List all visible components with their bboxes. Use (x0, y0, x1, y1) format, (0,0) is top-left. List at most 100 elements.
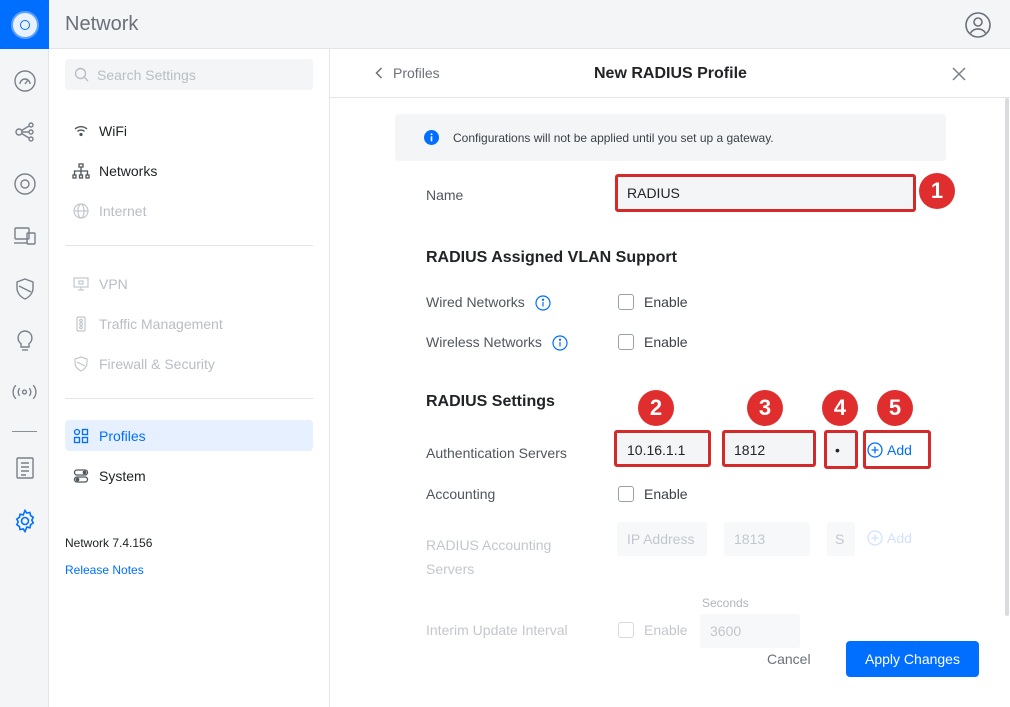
annotation-badge-1: 1 (919, 173, 955, 209)
vlan-section-title: RADIUS Assigned VLAN Support (426, 249, 677, 266)
sidebar-item-vpn[interactable]: VPN (65, 268, 313, 299)
user-avatar-icon[interactable] (965, 12, 991, 38)
rail-divider (12, 431, 37, 432)
cancel-button[interactable]: Cancel (767, 651, 811, 667)
close-icon[interactable] (952, 67, 966, 81)
globe-icon (71, 201, 91, 221)
profiles-icon (71, 426, 91, 446)
checkbox-box[interactable] (618, 334, 634, 350)
checkbox-label: Enable (644, 294, 688, 310)
settings-gear-icon[interactable] (12, 508, 37, 533)
search-box[interactable] (65, 59, 313, 90)
app-title: Network (65, 13, 139, 35)
sidebar-item-label: System (99, 467, 146, 484)
dashboard-icon[interactable] (12, 68, 37, 93)
wired-enable-checkbox[interactable]: Enable (618, 294, 688, 310)
accounting-servers-line2: Servers (426, 561, 475, 577)
highlight-auth-port (722, 430, 816, 467)
back-to-profiles-button[interactable]: Profiles (375, 65, 440, 81)
top-bar: Network (49, 0, 1010, 49)
vpn-icon (71, 274, 91, 294)
unifi-logo[interactable] (0, 0, 49, 49)
sidebar-item-label: VPN (99, 275, 128, 292)
sidebar-item-label: Networks (99, 162, 158, 179)
checkbox-box[interactable] (618, 622, 634, 638)
gateway-notice: Configurations will not be applied until… (395, 114, 946, 161)
security-shield-icon[interactable] (12, 276, 37, 301)
accounting-enable-checkbox[interactable]: Enable (618, 486, 688, 502)
search-input[interactable] (97, 65, 307, 85)
annotation-badge-4: 4 (822, 390, 858, 426)
add-accounting-server-button[interactable]: Add (867, 530, 912, 546)
panel-title: New RADIUS Profile (594, 65, 747, 82)
network-tree-icon (71, 161, 91, 181)
highlight-add-button (863, 430, 931, 469)
interim-enable-checkbox[interactable]: Enable (618, 622, 688, 638)
accounting-secret-input[interactable] (827, 522, 855, 556)
highlight-auth-ip (614, 430, 711, 467)
wireless-networks-label: Wireless Networks (426, 334, 568, 351)
sidebar-item-system[interactable]: System (65, 460, 313, 491)
info-icon (424, 130, 439, 145)
interim-interval-input[interactable] (700, 614, 800, 648)
sidebar-divider (65, 245, 313, 246)
wifi-icon (71, 121, 91, 141)
sidebar-divider (65, 398, 313, 399)
accounting-servers-label: RADIUS Accounting Servers (426, 533, 551, 581)
accounting-servers-line1: RADIUS Accounting (426, 537, 552, 553)
sidebar-item-firewall-security[interactable]: Firewall & Security (65, 348, 313, 379)
checkbox-box[interactable] (618, 486, 634, 502)
sidebar-item-profiles[interactable]: Profiles (65, 420, 313, 451)
seconds-label: Seconds (702, 596, 749, 610)
sidebar-item-label: Traffic Management (99, 315, 223, 332)
panel-header: Profiles New RADIUS Profile (330, 49, 1010, 98)
accounting-server-ip-input[interactable] (617, 522, 707, 556)
checkbox-label: Enable (644, 334, 688, 350)
devices-icon[interactable] (12, 171, 37, 196)
wired-networks-label: Wired Networks (426, 294, 551, 311)
apply-changes-button[interactable]: Apply Changes (846, 641, 979, 677)
name-label: Name (426, 187, 464, 203)
insights-icon[interactable] (12, 328, 37, 353)
sidebar-item-internet[interactable]: Internet (65, 195, 313, 226)
annotation-badge-2: 2 (638, 390, 674, 426)
checkbox-box[interactable] (618, 294, 634, 310)
app-rail (0, 0, 49, 707)
info-circle-icon[interactable] (535, 295, 551, 311)
sidebar-item-label: Firewall & Security (99, 355, 215, 372)
radius-settings-title: RADIUS Settings (426, 393, 555, 410)
wired-networks-text: Wired Networks (426, 294, 525, 310)
sidebar-item-traffic-management[interactable]: Traffic Management (65, 308, 313, 339)
auth-servers-label: Authentication Servers (426, 445, 567, 461)
back-label: Profiles (393, 65, 440, 81)
wireless-networks-text: Wireless Networks (426, 334, 542, 350)
settings-sidebar: WiFi Networks Internet VPN Traffic Manag… (49, 49, 330, 707)
add-label: Add (887, 530, 912, 546)
logs-icon[interactable] (12, 455, 37, 480)
sidebar-item-label: Internet (99, 202, 147, 219)
system-icon (71, 466, 91, 486)
highlight-name (615, 174, 916, 212)
clients-icon[interactable] (12, 223, 37, 248)
sidebar-item-networks[interactable]: Networks (65, 155, 313, 186)
checkbox-label: Enable (644, 486, 688, 502)
search-icon (74, 67, 89, 82)
annotation-badge-3: 3 (747, 390, 783, 426)
sidebar-item-label: WiFi (99, 122, 127, 139)
annotation-badge-5: 5 (877, 390, 913, 426)
accounting-server-port-input[interactable] (724, 522, 810, 556)
wireless-enable-checkbox[interactable]: Enable (618, 334, 688, 350)
chevron-left-icon (375, 67, 383, 79)
checkbox-label: Enable (644, 622, 688, 638)
version-text: Network 7.4.156 (65, 536, 153, 550)
sidebar-item-wifi[interactable]: WiFi (65, 115, 313, 146)
panel-scrollbar[interactable] (1005, 98, 1009, 616)
radio-icon[interactable] (12, 379, 37, 404)
accounting-label: Accounting (426, 486, 496, 502)
release-notes-link[interactable]: Release Notes (65, 563, 144, 577)
topology-icon[interactable] (12, 119, 37, 144)
add-circle-icon (867, 530, 883, 546)
highlight-auth-secret (824, 430, 858, 469)
info-circle-icon[interactable] (552, 335, 568, 351)
notice-text: Configurations will not be applied until… (453, 130, 774, 145)
